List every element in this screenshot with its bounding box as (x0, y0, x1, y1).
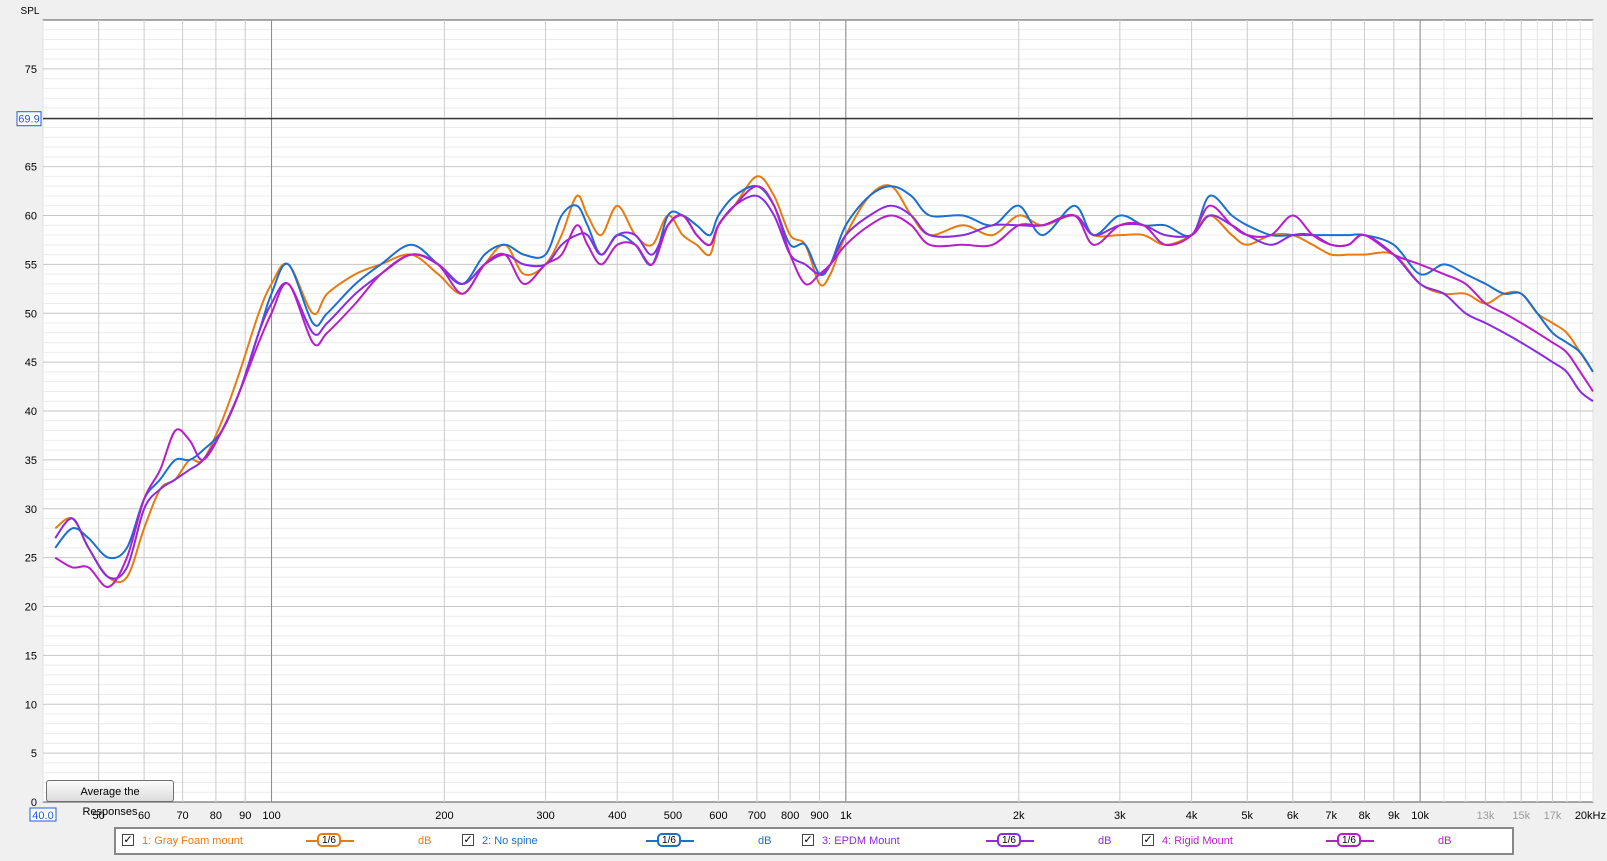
y-tick-label: 20 (25, 602, 37, 614)
series-4-unit: dB (1438, 835, 1452, 847)
y-tick-label: 5 (31, 748, 37, 760)
y-tick-label: 25 (25, 553, 37, 565)
series-3-unit: dB (1098, 835, 1112, 847)
x-tick-label: 700 (748, 810, 766, 822)
y-tick-label: 30 (25, 504, 37, 516)
series-4-label: 4: Rigid Mount (1162, 835, 1233, 847)
x-tick-label: 15k (1512, 810, 1530, 822)
x-tick-label: 5k (1241, 810, 1253, 822)
x-tick-label: 100 (262, 810, 280, 822)
series-2-smoothing[interactable]: 1/6 (646, 833, 694, 849)
x-tick-label: 70 (176, 810, 188, 822)
x-tick-label: 6k (1287, 810, 1299, 822)
x-tick-label: 900 (810, 810, 828, 822)
x-tick-label: 60 (138, 810, 150, 822)
y-axis-title: SPL (21, 6, 40, 17)
x-tick-label: 90 (239, 810, 251, 822)
legend-bar: ✓ 1: Gray Foam mount 1/6 dB ✓ 2: No spin… (114, 827, 1514, 855)
x-tick-label: 9k (1388, 810, 1400, 822)
y-tick-label: 15 (25, 650, 37, 662)
reference-value-label: 69.9 (18, 114, 39, 126)
series-3-label: 3: EPDM Mount (822, 835, 900, 847)
y-tick-label: 45 (25, 357, 37, 369)
x-tick-label: 17k (1544, 810, 1562, 822)
frequency-response-chart[interactable]: 05101520253035404550556065707540.0506070… (0, 0, 1607, 861)
y-tick-label: 10 (25, 699, 37, 711)
x-tick-label: 200 (435, 810, 453, 822)
series-1-label: 1: Gray Foam mount (142, 835, 243, 847)
x-tick-label: 4k (1186, 810, 1198, 822)
y-tick-label: 75 (25, 64, 37, 76)
x-tick-label: 400 (608, 810, 626, 822)
x-tick-label: 10k (1411, 810, 1429, 822)
x-tick-label: 600 (709, 810, 727, 822)
grid-lines (42, 20, 1594, 802)
x-tick-label: 7k (1325, 810, 1337, 822)
y-tick-label: 50 (25, 308, 37, 320)
x-tick-label: 13k (1477, 810, 1495, 822)
x-tick-label: 1k (840, 810, 852, 822)
x-tick-label: 20kHz (1575, 810, 1606, 822)
series-2-unit: dB (758, 835, 772, 847)
series-3-checkbox[interactable]: ✓ (802, 834, 814, 846)
y-tick-label: 55 (25, 259, 37, 271)
series-1-checkbox[interactable]: ✓ (122, 834, 134, 846)
y-tick-label: 0 (31, 797, 37, 809)
x-tick-label: 500 (664, 810, 682, 822)
series-1-smoothing[interactable]: 1/6 (306, 833, 354, 849)
series-3-smoothing[interactable]: 1/6 (986, 833, 1034, 849)
series-4-smoothing[interactable]: 1/6 (1326, 833, 1374, 849)
x-tick-label: 300 (536, 810, 554, 822)
x-tick-label: 8k (1359, 810, 1371, 822)
x-tick-label: 2k (1013, 810, 1025, 822)
y-tick-label: 65 (25, 162, 37, 174)
y-tick-label: 40 (25, 406, 37, 418)
series-2-checkbox[interactable]: ✓ (462, 834, 474, 846)
y-tick-label: 60 (25, 211, 37, 223)
y-tick-label: 35 (25, 455, 37, 467)
x-tick-label: 3k (1114, 810, 1126, 822)
average-responses-button[interactable]: Average the Responses (46, 780, 174, 818)
x-tick-label: 800 (781, 810, 799, 822)
x-tick-label: 80 (210, 810, 222, 822)
x-tick-label: 40.0 (32, 810, 53, 822)
series-1-unit: dB (418, 835, 432, 847)
series-4-checkbox[interactable]: ✓ (1142, 834, 1154, 846)
series-2-label: 2: No spine (482, 835, 538, 847)
